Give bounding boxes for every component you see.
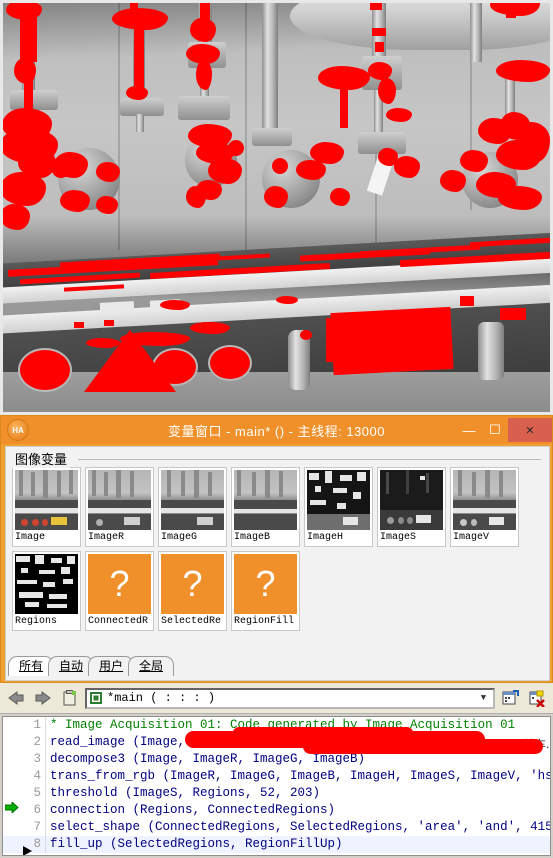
code-line-selected[interactable]: 8 fill_up (SelectedRegions, RegionFillUp… — [3, 836, 550, 853]
thumb-preview — [453, 470, 516, 530]
line-text: trans_from_rgb (ImageR, ImageG, ImageB, … — [45, 768, 550, 785]
line-number: 5 — [33, 786, 41, 800]
line-marker — [3, 785, 21, 802]
industrial-scene — [0, 0, 553, 415]
line-marker — [3, 717, 21, 734]
line-text: select_shape (ConnectedRegions, Selected… — [45, 819, 550, 836]
code-line[interactable]: 7 select_shape (ConnectedRegions, Select… — [3, 819, 550, 836]
tab-user-label: 用户 — [99, 659, 124, 673]
variable-thumb-images[interactable]: ImageS — [377, 467, 446, 547]
chevron-down-icon[interactable]: ▼ — [476, 693, 491, 703]
line-marker — [3, 734, 21, 751]
thumb-preview — [161, 470, 224, 530]
thumb-preview — [380, 470, 443, 530]
line-marker — [3, 768, 21, 785]
clipboard-icon[interactable] — [58, 687, 82, 709]
tab-global[interactable]: 全局 — [128, 656, 175, 676]
execution-pointer-icon — [3, 800, 21, 819]
variable-thumb-imager[interactable]: ImageR — [85, 467, 154, 547]
variable-thumb-imageb[interactable]: ImageB — [231, 467, 300, 547]
insert-procedure-icon[interactable] — [498, 687, 522, 709]
variable-window-titlebar[interactable]: HA 变量窗口 - main* () - 主线程: 13000 — ☐ × — [1, 416, 552, 444]
line-marker — [3, 751, 21, 768]
thumb-preview — [15, 470, 78, 530]
tab-auto-label: 自动 — [59, 659, 84, 673]
graphics-window[interactable] — [0, 0, 553, 415]
thumb-preview — [307, 470, 370, 530]
variable-thumb-regionfillup[interactable]: ? RegionFill — [231, 551, 300, 631]
code-line[interactable]: 5 threshold (ImageS, Regions, 52, 203) — [3, 785, 550, 802]
image-variables-group-label: 图像变量 — [12, 449, 71, 468]
unknown-value-icon: ? — [234, 554, 297, 614]
thumb-label: Regions — [15, 616, 58, 627]
thumbnail-row-1: Image ImageR ImageG ImageB ImageH ImageS… — [12, 467, 543, 547]
program-editor: *main ( : : : ) ▼ 1 * Image Acquisition … — [0, 683, 553, 858]
variable-window-body: 图像变量 Image ImageR ImageG ImageB ImageH I… — [5, 446, 550, 681]
code-line[interactable]: 4 trans_from_rgb (ImageR, ImageG, ImageB… — [3, 768, 550, 785]
line-number: 3 — [33, 752, 41, 766]
hdevelop-app: HA 变量窗口 - main* () - 主线程: 13000 — ☐ × 图像… — [0, 0, 553, 858]
taillight-region-3 — [210, 347, 250, 379]
close-button[interactable]: × — [508, 418, 552, 442]
unknown-value-icon: ? — [161, 554, 224, 614]
code-line-current[interactable]: 6 connection (Regions, ConnectedRegions) — [3, 800, 550, 819]
placard-region — [330, 306, 454, 376]
line-number: 4 — [33, 769, 41, 783]
unknown-value-icon: ? — [88, 554, 151, 614]
variable-thumb-imageg[interactable]: ImageG — [158, 467, 227, 547]
thumb-label: ImageB — [234, 532, 271, 543]
thumbnail-row-2: Regions ? ConnectedR ? SelectedRe ? Regi… — [12, 551, 543, 631]
group-divider — [78, 459, 541, 460]
taillight-region-2 — [154, 350, 196, 384]
variable-window: HA 变量窗口 - main* () - 主线程: 13000 — ☐ × 图像… — [0, 415, 553, 683]
thumb-preview — [15, 554, 78, 614]
taillight-region-1 — [20, 350, 70, 390]
procedure-name: *main ( : : : ) — [107, 691, 216, 705]
graphics-canvas[interactable] — [0, 0, 553, 415]
procedure-combobox[interactable]: *main ( : : : ) ▼ — [85, 687, 495, 709]
thumb-label: RegionFill — [234, 616, 295, 627]
line-number: 1 — [33, 718, 41, 732]
tab-all-label: 所有 — [19, 659, 44, 673]
line-text: threshold (ImageS, Regions, 52, 203) — [45, 785, 550, 802]
variable-scope-tabs: 所有 自动 用户 全局 — [8, 654, 175, 676]
forward-arrow-icon[interactable] — [31, 687, 55, 709]
procedure-icon — [90, 692, 102, 704]
line-number: 7 — [33, 820, 41, 834]
variable-thumb-imagev[interactable]: ImageV — [450, 467, 519, 547]
minimize-button[interactable]: — — [456, 419, 482, 441]
delete-procedure-icon[interactable] — [525, 687, 549, 709]
tab-global-label: 全局 — [139, 659, 164, 673]
line-text: fill_up (SelectedRegions, RegionFillUp) — [45, 836, 550, 853]
thumb-label: Image — [15, 532, 46, 543]
line-text: connection (Regions, ConnectedRegions) — [45, 802, 550, 819]
back-arrow-icon[interactable] — [4, 687, 28, 709]
variable-thumb-connectedregions[interactable]: ? ConnectedR — [85, 551, 154, 631]
thumb-label: ImageV — [453, 532, 490, 543]
thumb-preview — [88, 470, 151, 530]
variable-thumb-regions[interactable]: Regions — [12, 551, 81, 631]
thumb-label: ImageS — [380, 532, 417, 543]
line-number: 6 — [33, 803, 41, 817]
window-controls: — ☐ × — [456, 416, 552, 444]
line-marker — [3, 836, 21, 853]
thumb-label: ImageG — [161, 532, 198, 543]
redaction-mark — [233, 727, 413, 739]
text-cursor — [23, 846, 32, 855]
thumb-preview — [234, 470, 297, 530]
line-marker — [3, 819, 21, 836]
thumb-label: SelectedRe — [161, 616, 222, 627]
variable-thumb-selectedregions[interactable]: ? SelectedRe — [158, 551, 227, 631]
variable-thumb-imageh[interactable]: ImageH — [304, 467, 373, 547]
editor-toolbar: *main ( : : : ) ▼ — [0, 683, 553, 714]
code-area[interactable]: 1 * Image Acquisition 01: Code generated… — [2, 716, 551, 856]
maximize-button[interactable]: ☐ — [482, 419, 508, 441]
thumb-label: ImageH — [307, 532, 344, 543]
thumb-label: ConnectedR — [88, 616, 149, 627]
line-number: 2 — [33, 735, 41, 749]
redaction-mark — [303, 739, 543, 754]
thumbnail-area: Image ImageR ImageG ImageB ImageH ImageS… — [12, 467, 543, 644]
variable-thumb-image[interactable]: Image — [12, 467, 81, 547]
thumb-label: ImageR — [88, 532, 125, 543]
